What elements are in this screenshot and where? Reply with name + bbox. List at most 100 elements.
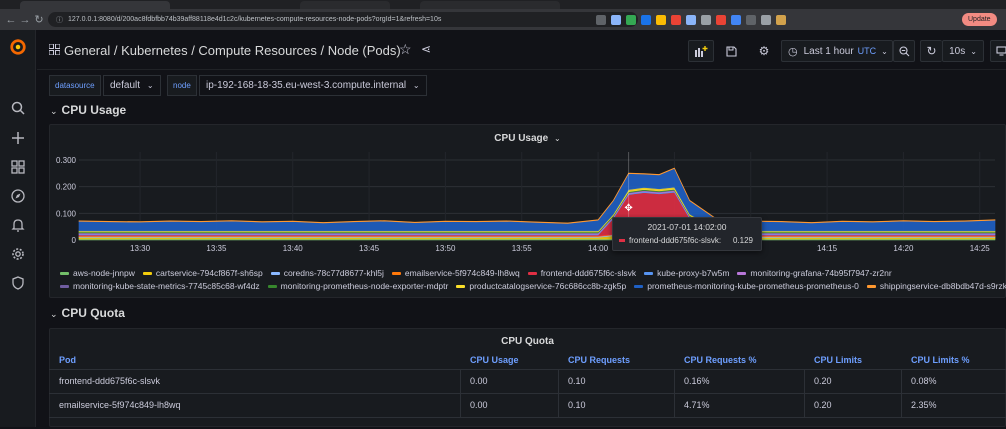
- add-panel-button[interactable]: [688, 40, 714, 62]
- legend-item[interactable]: productcatalogservice-76c686cc8b-zgk5p: [456, 281, 626, 291]
- legend-item[interactable]: kube-proxy-b7w5m: [644, 268, 729, 278]
- legend-item[interactable]: emailservice-5f974c849-lh8wq: [392, 268, 520, 278]
- legend-item[interactable]: shippingservice-db8bdb47d-s9rzk: [867, 281, 1006, 291]
- dashboards-icon[interactable]: [9, 158, 27, 176]
- datasource-variable-label: datasource: [49, 75, 101, 96]
- x-tick-label: 14:25: [970, 244, 991, 253]
- zoom-out-button[interactable]: [893, 40, 915, 62]
- plus-icon[interactable]: [9, 129, 27, 147]
- legend-item[interactable]: monitoring-prometheus-node-exporter-mdpt…: [268, 281, 449, 291]
- time-picker[interactable]: ◷ Last 1 hour UTC ⌄: [781, 40, 893, 62]
- browser-tab[interactable]: [20, 1, 170, 9]
- extension-icon[interactable]: [716, 15, 726, 25]
- y-tick-label: 0.100: [56, 209, 77, 218]
- sidebar: [0, 30, 36, 427]
- column-header-cpu-requests-pct[interactable]: CPU Requests %: [684, 351, 757, 369]
- x-tick-label: 13:35: [206, 244, 227, 253]
- legend-swatch: [60, 272, 69, 275]
- legend-swatch: [634, 285, 643, 288]
- legend-label: monitoring-grafana-74b95f7947-zr2nr: [750, 268, 891, 278]
- legend-swatch: [456, 285, 465, 288]
- column-divider: [804, 370, 805, 393]
- update-button[interactable]: Update: [962, 13, 997, 26]
- browser-tab[interactable]: [420, 1, 560, 9]
- legend-item[interactable]: prometheus-monitoring-kube-prometheus-pr…: [634, 281, 859, 291]
- extensions-bar: [596, 13, 786, 26]
- tv-mode-button[interactable]: [990, 40, 1006, 62]
- table-cell: 0.10: [568, 376, 586, 386]
- search-icon[interactable]: [9, 99, 27, 117]
- extension-icon[interactable]: [626, 15, 636, 25]
- back-icon[interactable]: ←: [4, 14, 18, 26]
- node-variable-value: ip-192-168-18-35.eu-west-3.compute.inter…: [206, 80, 406, 91]
- table-cell: 0.08%: [911, 376, 937, 386]
- table-cell: 0.00: [470, 376, 488, 386]
- save-button[interactable]: [720, 40, 742, 62]
- column-header-cpu-requests[interactable]: CPU Requests: [568, 351, 630, 369]
- extension-icon[interactable]: [701, 15, 711, 25]
- share-icon[interactable]: ⋖: [421, 42, 431, 56]
- table-cell: emailservice-5f974c849-lh8wq: [59, 400, 181, 410]
- extension-icon[interactable]: [656, 15, 666, 25]
- breadcrumb[interactable]: General / Kubernetes / Compute Resources…: [64, 43, 401, 58]
- x-tick-label: 13:55: [512, 244, 533, 253]
- browser-tab[interactable]: [300, 1, 390, 9]
- datasource-variable-select[interactable]: default ⌄: [103, 75, 161, 96]
- node-variable-label: node: [167, 75, 197, 96]
- legend-item[interactable]: cartservice-794cf867f-sh6sp: [143, 268, 263, 278]
- table-cell: 0.00: [470, 400, 488, 410]
- legend-item[interactable]: aws-node-jnnpw: [60, 268, 135, 278]
- monitor-icon: [996, 46, 1006, 56]
- chart-tooltip: 2021-07-01 14:02:00 frontend-ddd675f6c-s…: [612, 217, 762, 251]
- legend-swatch: [737, 272, 746, 275]
- gear-icon: ⚙: [759, 44, 770, 58]
- time-range-label: Last 1 hour: [804, 46, 854, 57]
- extension-icon[interactable]: [731, 15, 741, 25]
- row-cpu-usage[interactable]: ⌄CPU Usage: [50, 103, 126, 117]
- column-header-cpu-limits-pct[interactable]: CPU Limits %: [911, 351, 970, 369]
- column-header-cpu-limits[interactable]: CPU Limits: [814, 351, 862, 369]
- refresh-interval-picker[interactable]: 10s ⌄: [942, 40, 984, 62]
- legend-label: prometheus-monitoring-kube-prometheus-pr…: [647, 281, 859, 291]
- column-header-cpu-usage[interactable]: CPU Usage: [470, 351, 519, 369]
- chevron-down-icon: ⌄: [50, 309, 58, 319]
- node-variable-select[interactable]: ip-192-168-18-35.eu-west-3.compute.inter…: [199, 75, 427, 96]
- refresh-icon: ↻: [926, 44, 936, 58]
- explore-icon[interactable]: [9, 187, 27, 205]
- forward-icon[interactable]: →: [18, 14, 32, 26]
- column-divider: [460, 370, 461, 393]
- column-divider: [901, 394, 902, 417]
- legend-item[interactable]: coredns-78c77d8677-khl5j: [271, 268, 384, 278]
- star-icon[interactable]: ☆: [399, 41, 412, 58]
- y-tick-label: 0: [72, 236, 77, 245]
- extension-icon[interactable]: [686, 15, 696, 25]
- column-header-pod[interactable]: Pod: [59, 351, 76, 369]
- extension-icon[interactable]: [671, 15, 681, 25]
- legend-item[interactable]: monitoring-grafana-74b95f7947-zr2nr: [737, 268, 891, 278]
- extension-icon[interactable]: [776, 15, 786, 25]
- legend-item[interactable]: monitoring-kube-state-metrics-7745c85c68…: [60, 281, 260, 291]
- legend-label: cartservice-794cf867f-sh6sp: [156, 268, 263, 278]
- extension-icon[interactable]: [641, 15, 651, 25]
- alerting-icon[interactable]: [9, 216, 27, 234]
- extension-icon[interactable]: [761, 15, 771, 25]
- legend-item[interactable]: frontend-ddd675f6c-slsvk: [528, 268, 636, 278]
- configuration-icon[interactable]: [9, 245, 27, 263]
- chart-legend: aws-node-jnnpw cartservice-794cf867f-sh6s…: [60, 268, 1006, 291]
- shield-icon[interactable]: [9, 274, 27, 292]
- panel-title[interactable]: CPU Quota: [50, 336, 1005, 347]
- extension-icon[interactable]: [611, 15, 621, 25]
- extension-icon[interactable]: [596, 15, 606, 25]
- chevron-down-icon: ⌄: [50, 106, 58, 116]
- extension-icon[interactable]: [746, 15, 756, 25]
- refresh-button[interactable]: ↻: [920, 40, 942, 62]
- grafana-logo[interactable]: [9, 38, 27, 56]
- address-bar[interactable]: ⓘ 127.0.0.1:8080/d/200ac8fdbfbb74b39aff8…: [48, 12, 638, 27]
- table-cell: 0.10: [568, 400, 586, 410]
- x-tick-label: 14:20: [893, 244, 914, 253]
- legend-swatch: [143, 272, 152, 275]
- row-cpu-quota[interactable]: ⌄CPU Quota: [50, 306, 125, 320]
- settings-button[interactable]: ⚙: [753, 40, 775, 62]
- url-text: 127.0.0.1:8080/d/200ac8fdbfbb74b39aff881…: [68, 16, 441, 23]
- reload-icon[interactable]: ↻: [32, 13, 46, 26]
